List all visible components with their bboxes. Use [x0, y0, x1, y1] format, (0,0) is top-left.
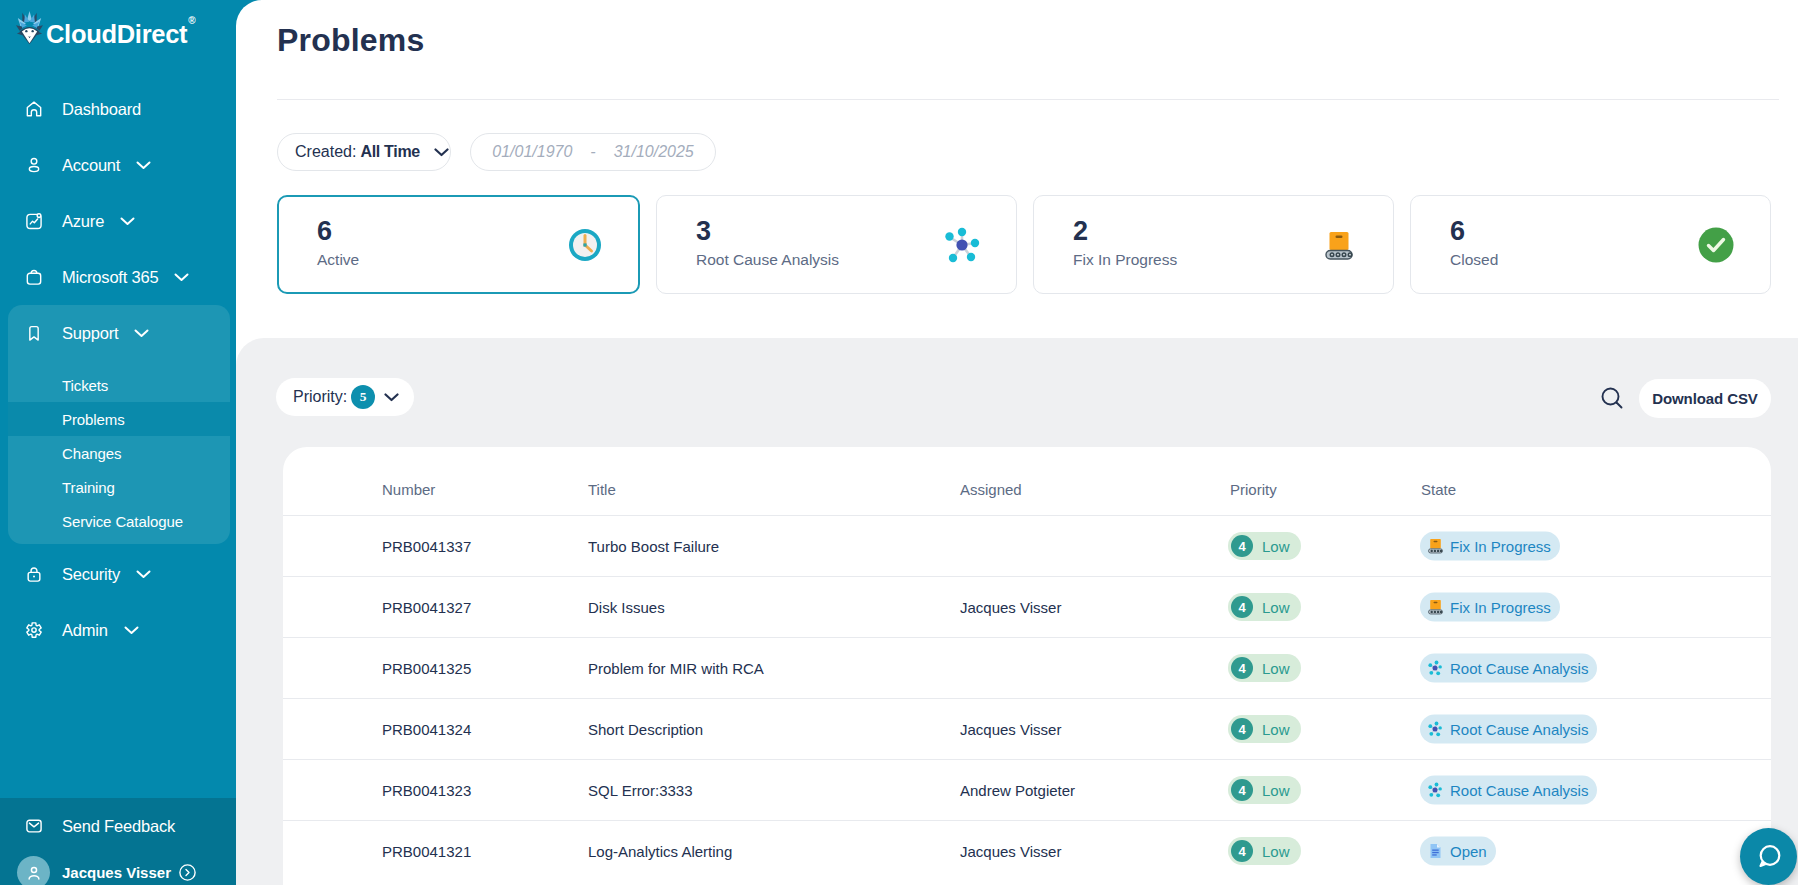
card-closed[interactable]: 6 Closed [1410, 195, 1771, 294]
nav-account[interactable]: Account [0, 137, 236, 193]
nav-service-catalogue[interactable]: Service Catalogue [8, 504, 230, 538]
nav-azure[interactable]: Azure [0, 193, 236, 249]
date-range[interactable]: 01/01/1970-31/10/2025 [470, 133, 716, 171]
sidebar-bottom: Send Feedback Jacques Visser [0, 798, 236, 885]
priority-filter[interactable]: Priority:5 [276, 378, 414, 416]
chat-button[interactable] [1740, 828, 1797, 885]
created-filter[interactable]: Created:All Time [277, 133, 451, 171]
nav-security[interactable]: Security [0, 546, 236, 602]
user[interactable]: Jacques Visser [0, 856, 236, 885]
nav-dashboard[interactable]: Dashboard [0, 81, 236, 137]
page-title: Problems [277, 22, 424, 59]
nav-m365[interactable]: Microsoft 365 [0, 249, 236, 305]
row-PRB0041321[interactable]: PRB0041321 Log-Analytics Alerting Jacque… [283, 820, 1771, 881]
nav-changes[interactable]: Changes [8, 436, 230, 470]
card-active[interactable]: 6 Active [277, 195, 640, 294]
row-PRB0041325[interactable]: PRB0041325 Problem for MIR with RCA 4Low… [283, 637, 1771, 698]
row-PRB0041323[interactable]: PRB0041323 SQL Error:3333 Andrew Potgiet… [283, 759, 1771, 820]
nav-training[interactable]: Training [8, 470, 230, 504]
card-rca[interactable]: 3 Root Cause Analysis [656, 195, 1017, 294]
problems-table: NumberTitleAssignedPriorityState PRB0041… [283, 447, 1771, 885]
nav-admin[interactable]: Admin [0, 602, 236, 658]
search[interactable] [1600, 386, 1624, 410]
row-PRB0041337[interactable]: PRB0041337 Turbo Boost Failure 4Low Fix … [283, 515, 1771, 576]
send-feedback[interactable]: Send Feedback [0, 798, 236, 854]
nav-problems[interactable]: Problems [8, 402, 230, 436]
nav: Dashboard Account Azure Microsoft 365 [0, 81, 236, 658]
card-fip[interactable]: 2 Fix In Progress [1033, 195, 1394, 294]
nav-support-group: Support Tickets Problems Changes Trainin… [8, 305, 230, 544]
content: Problems Created:All Time 01/01/1970-31/… [236, 0, 1798, 885]
problems-page: CloudDirect® Dashboard Account Azure Mic… [0, 0, 1798, 885]
table-panel: Priority:5 Download CSV NumberTitleAssig… [236, 338, 1798, 885]
logo: CloudDirect® [15, 9, 194, 48]
row-PRB0041327[interactable]: PRB0041327 Disk Issues Jacques Visser 4L… [283, 576, 1771, 637]
filters: Created:All Time 01/01/1970-31/10/2025 [277, 133, 451, 171]
sidebar: CloudDirect® Dashboard Account Azure Mic… [0, 0, 236, 885]
row-PRB0041324[interactable]: PRB0041324 Short Description Jacques Vis… [283, 698, 1771, 759]
nav-tickets[interactable]: Tickets [8, 368, 230, 402]
nav-support[interactable]: Support [8, 305, 230, 361]
stat-cards: 6 Active 3 Root Cause Analysis [277, 195, 1771, 294]
download-csv[interactable]: Download CSV [1639, 379, 1771, 418]
